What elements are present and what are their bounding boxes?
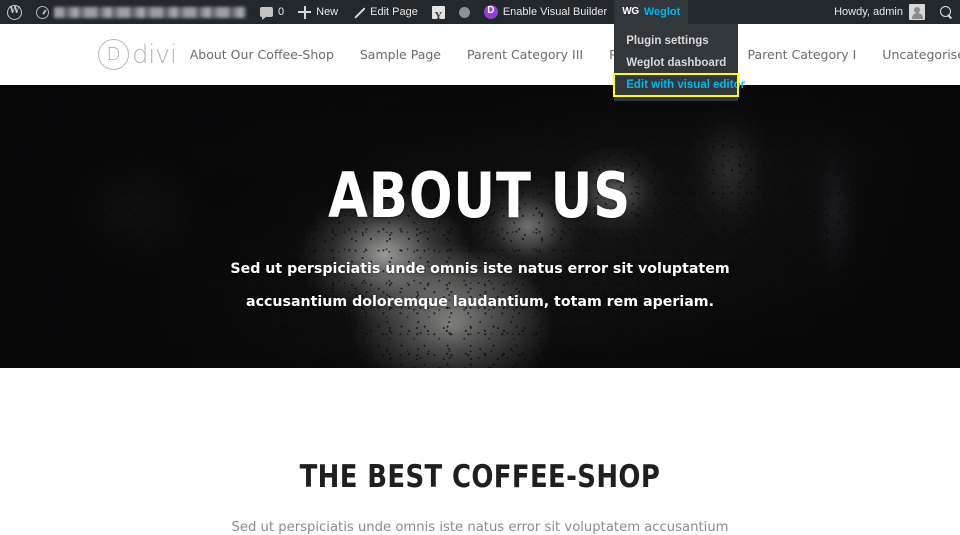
divi-icon: [483, 3, 498, 19]
adminbar-edit-page[interactable]: Edit Page: [345, 0, 425, 24]
edit-page-label: Edit Page: [370, 6, 418, 18]
wp-admin-bar: 0 New Edit Page Enable Visual Builder WG…: [0, 0, 960, 101]
adminbar-comments[interactable]: 0: [253, 0, 291, 24]
howdy-label: Howdy, admin: [834, 6, 903, 18]
comment-count: 0: [278, 6, 285, 18]
main-navigation: About Our Coffee-Shop Sample Page Parent…: [177, 46, 960, 63]
enable-visual-builder-label: Enable Visual Builder: [502, 6, 608, 18]
weglot-dropdown-menu: Plugin settings Weglot dashboard Edit wi…: [613, 24, 745, 101]
adminbar-search[interactable]: [933, 0, 960, 24]
comment-bubble-icon: [260, 7, 273, 20]
pencil-icon: [352, 6, 365, 19]
weglot-mark: WG: [622, 6, 639, 17]
hero-title: ABOUT US: [328, 159, 632, 232]
hero-content: ABOUT US Sed ut perspiciatis unde omnis …: [0, 85, 960, 368]
content-section: THE BEST COFFEE-SHOP Sed ut perspiciatis…: [0, 368, 960, 535]
weglot-menu-item-edit-with-visual-editor[interactable]: Edit with visual editor: [613, 73, 745, 97]
hero-subtitle: Sed ut perspiciatis unde omnis iste natu…: [230, 261, 730, 310]
site-header: D divi About Our Coffee-Shop Sample Page…: [0, 24, 960, 85]
nav-item-sample-page[interactable]: Sample Page: [347, 47, 454, 62]
adminbar-new-content[interactable]: New: [291, 0, 345, 24]
section-title: THE BEST COFFEE-SHOP: [299, 459, 661, 495]
new-label: New: [316, 6, 339, 18]
adminbar-status-dot[interactable]: [452, 0, 477, 24]
divi-logo-circle-icon: D: [98, 39, 129, 70]
wordpress-logo-icon: [7, 4, 22, 20]
nav-item-uncategorised[interactable]: Uncategorised: [869, 47, 960, 62]
adminbar-enable-visual-builder[interactable]: Enable Visual Builder: [477, 0, 614, 24]
circle-dot-icon: [458, 6, 470, 18]
adminbar-wordpress-logo[interactable]: [0, 0, 29, 24]
plus-icon: [298, 5, 312, 19]
adminbar-site-name[interactable]: [29, 0, 253, 24]
adminbar-yoast-seo[interactable]: [425, 0, 452, 28]
nav-item-parent-category-i[interactable]: Parent Category I: [735, 47, 870, 62]
adminbar-my-account[interactable]: Howdy, admin: [826, 0, 933, 24]
adminbar-spacer: [688, 0, 826, 24]
search-icon: [940, 5, 953, 19]
dashboard-gauge-icon: [36, 5, 49, 19]
nav-item-parent-category-iii[interactable]: Parent Category III: [454, 47, 596, 62]
adminbar-weglot-menu[interactable]: WG Weglot Plugin settings Weglot dashboa…: [613, 0, 745, 101]
weglot-menu-item-weglot-dashboard[interactable]: Weglot dashboard: [614, 52, 738, 74]
nav-item-about-our-coffee-shop[interactable]: About Our Coffee-Shop: [177, 47, 347, 62]
avatar: [909, 4, 925, 20]
weglot-label: Weglot: [643, 6, 681, 18]
divi-wordmark: divi: [132, 39, 177, 70]
section-subtitle: Sed ut perspiciatis unde omnis iste natu…: [231, 520, 729, 535]
hero-section: ABOUT US Sed ut perspiciatis unde omnis …: [0, 85, 960, 368]
weglot-menu-item-plugin-settings[interactable]: Plugin settings: [614, 30, 738, 52]
site-logo[interactable]: D divi: [98, 39, 177, 70]
site-name-redacted: [54, 6, 246, 18]
yoast-icon: [431, 4, 445, 28]
